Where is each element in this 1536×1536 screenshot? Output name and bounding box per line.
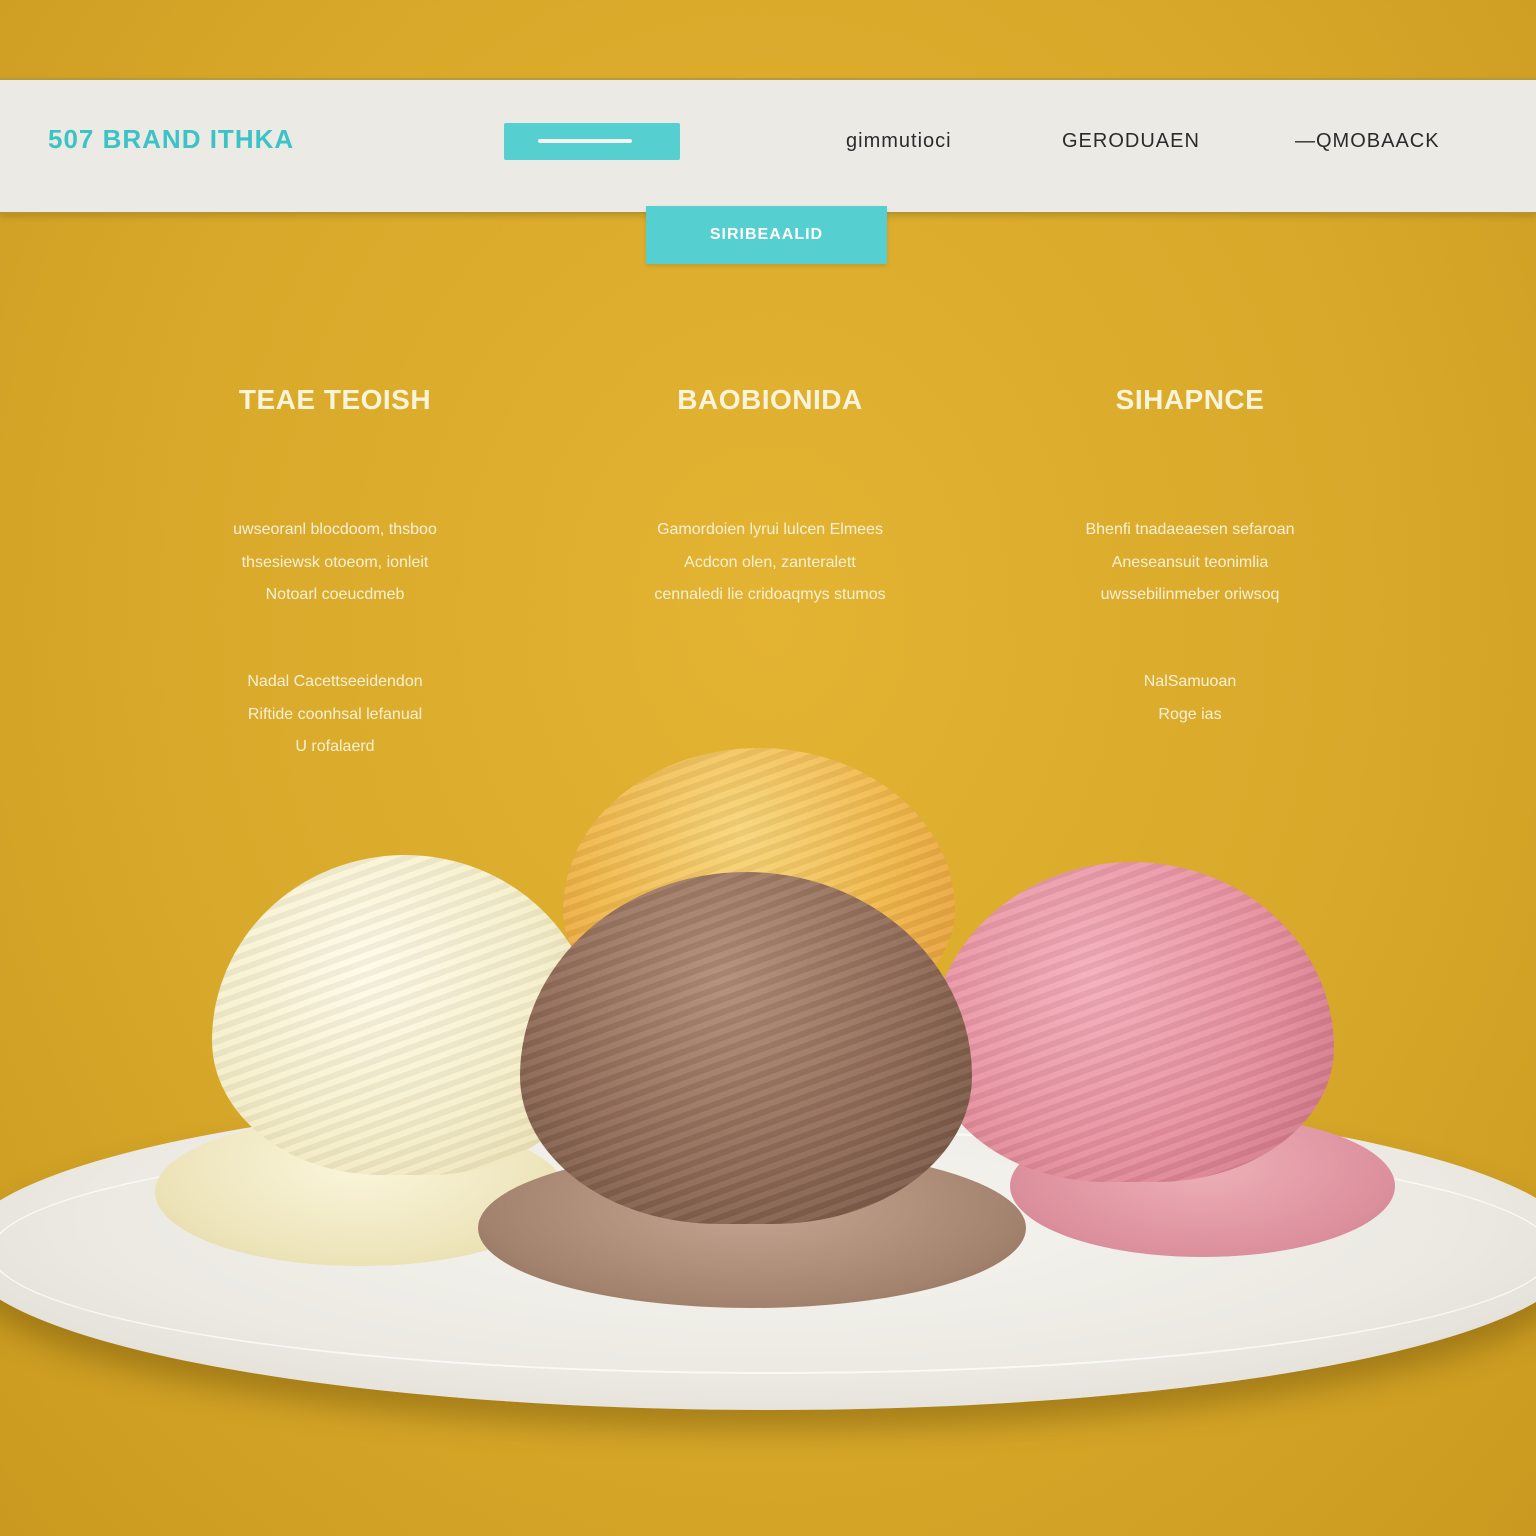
nav-link-3[interactable]: —QMOBAACK <box>1295 130 1440 153</box>
feature-text-line: uwssebilinmeber oriwsoq <box>1100 586 1280 603</box>
feature-note: NalSamuoan Roge ias <box>1010 666 1370 731</box>
feature-note-line: Nadal Cacettseeidendon <box>247 673 423 690</box>
feature-title: TEAE TEOISH <box>238 384 432 415</box>
feature-note-line: Riftide coonhsal lefanual <box>247 705 423 723</box>
feature-description: Gamordoien lyrui lulcen Elmees Acdcon ol… <box>590 514 950 616</box>
cta-button[interactable]: SIRIBEAALID <box>646 206 887 264</box>
feature-column-3: SIHAPNCE Bhenfi tnadaeaesen sefaroan Ane… <box>1010 380 1370 731</box>
feature-text-line: Gamordoien lyrui lulcen Elmees <box>657 521 883 538</box>
feature-text-line: thsesiewsk otoeom, ionleit <box>241 553 429 571</box>
feature-title: SIHAPNCE <box>1115 384 1265 415</box>
search-button[interactable] <box>504 123 680 160</box>
feature-column-1: TEAE TEOISH uwseoranl blocdoom, thsboo t… <box>155 380 515 764</box>
feature-column-2: BAOBIONIDA Gamordoien lyrui lulcen Elmee… <box>590 380 950 666</box>
feature-title: BAOBIONIDA <box>677 384 863 415</box>
feature-text-line: cennaledi lie cridoaqmys stumos <box>654 586 886 603</box>
feature-text-line: Aneseansuit teonimlia <box>1111 553 1269 571</box>
feature-text-line: Bhenfi tnadaeaesen sefaroan <box>1085 521 1295 538</box>
brand-logo[interactable]: 507 BRAND ITHKA <box>48 124 294 155</box>
feature-description: Bhenfi tnadaeaesen sefaroan Aneseansuit … <box>1010 514 1370 616</box>
nav-link-1[interactable]: gimmutioci <box>846 130 952 153</box>
feature-note-line: Roge ias <box>1158 705 1222 723</box>
feature-text-line: uwseoranl blocdoom, thsboo <box>233 521 437 538</box>
feature-text-line: Notoarl coeucdmeb <box>265 586 405 603</box>
feature-note-line: NalSamuoan <box>1143 673 1237 690</box>
nav-link-2[interactable]: GERODUAEN <box>1062 130 1200 153</box>
feature-note-line: U rofalaerd <box>295 738 375 755</box>
feature-description: uwseoranl blocdoom, thsboo thsesiewsk ot… <box>155 514 515 616</box>
feature-text-line: Acdcon olen, zanteralett <box>684 553 856 571</box>
search-bar-icon <box>538 139 632 143</box>
feature-note: Nadal Cacettseeidendon Riftide coonhsal … <box>155 666 515 764</box>
strawberry-scoop <box>930 862 1334 1182</box>
